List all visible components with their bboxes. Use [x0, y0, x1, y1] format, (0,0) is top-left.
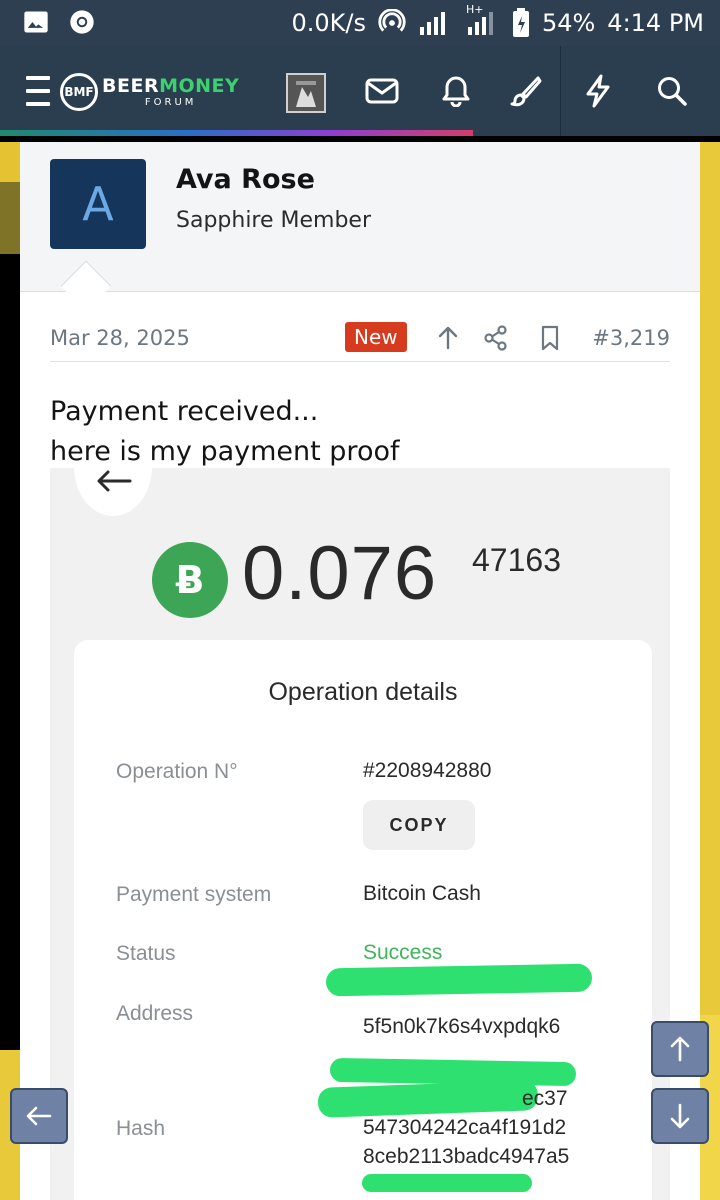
arrow-up-icon [670, 1036, 690, 1062]
share-icon[interactable] [482, 324, 510, 352]
edge-decoration [0, 182, 20, 254]
arrow-left-icon [26, 1106, 52, 1126]
signal-icon [419, 12, 445, 35]
arrow-up-icon[interactable] [434, 324, 462, 352]
network-speed: 0.0K/s [291, 9, 366, 37]
bolt-icon [586, 74, 610, 108]
post-user-block: A Ava Rose Sapphire Member [20, 142, 700, 312]
operation-details-card: Operation details Operation N° #22089428… [74, 640, 652, 1200]
hash-label: Hash [116, 1117, 166, 1140]
arrow-down-icon [670, 1103, 690, 1129]
style-button[interactable] [494, 46, 558, 136]
status-bar: 0.0K/s H+ 54% 4:14 PM [0, 0, 720, 46]
hash-value-line: ec37 [522, 1087, 568, 1110]
scroll-top-button[interactable] [651, 1021, 709, 1077]
bookmark-icon[interactable] [536, 324, 564, 352]
hash-value-line: 547304242ca4f191d2 [363, 1116, 567, 1139]
message-line: Payment received... [50, 396, 319, 427]
logo-sub: FORUM [144, 96, 197, 108]
arrow-left-icon [97, 470, 132, 492]
operation-value: #2208942880 [363, 759, 492, 782]
alerts-button[interactable] [424, 46, 488, 136]
clock: 4:14 PM [607, 9, 704, 37]
nav-divider [560, 46, 561, 136]
edge-decoration [700, 142, 720, 1022]
payment-proof-image[interactable]: Ƀ 0.076 47163 Operation details Operatio… [50, 468, 670, 1200]
message-line: here is my payment proof [50, 436, 400, 467]
hash-value-line: 8ceb2113badc4947a5 [363, 1145, 570, 1168]
search-button[interactable] [638, 46, 706, 136]
search-icon [658, 77, 687, 106]
page-load-progress [0, 130, 473, 136]
status-value: Success [363, 941, 443, 964]
avatar-image-icon [288, 75, 324, 111]
bitcoin-cash-icon: Ƀ [152, 542, 228, 618]
user-block-pointer [60, 260, 112, 312]
logo-word-beer: BEER [102, 74, 160, 97]
details-title: Operation details [268, 678, 458, 706]
post-meta-row: Mar 28, 2025 New #3,219 [50, 322, 670, 362]
user-avatar-button[interactable] [286, 73, 326, 113]
bell-icon [442, 76, 470, 107]
payment-system-value: Bitcoin Cash [363, 882, 481, 905]
image-icon [24, 11, 48, 33]
post-user-title: Sapphire Member [176, 208, 372, 233]
redaction-mark [329, 1057, 577, 1087]
brush-icon [510, 76, 542, 107]
inbox-button[interactable] [350, 46, 414, 136]
amount-value: 0.076 [242, 531, 438, 616]
logo-mark: BMF [60, 73, 98, 111]
copy-button: COPY [363, 800, 475, 850]
address-label: Address [116, 1002, 194, 1025]
mail-icon [365, 78, 399, 104]
address-value: 5f5n0k7k6s4vxpdqk6 [363, 1015, 561, 1038]
payment-system-label: Payment system [116, 883, 272, 906]
post-username[interactable]: Ava Rose [176, 164, 315, 195]
forum-navbar: BMF BEERMONEY FORUM [0, 46, 720, 136]
prev-page-button[interactable] [10, 1088, 68, 1144]
menu-button[interactable] [20, 46, 58, 136]
site-logo[interactable]: BMF BEERMONEY FORUM [60, 72, 239, 112]
post-date[interactable]: Mar 28, 2025 [50, 326, 190, 350]
operation-label: Operation N° [116, 760, 238, 783]
new-badge: New [345, 322, 407, 352]
signal-icon [467, 12, 493, 35]
chrome-icon [70, 10, 94, 34]
edge-decoration [0, 142, 20, 182]
logo-word-money: MONEY [159, 74, 240, 97]
whats-new-button[interactable] [566, 46, 630, 136]
hotspot-icon [378, 9, 406, 32]
scroll-bottom-button[interactable] [651, 1088, 709, 1144]
battery-level: 54% [541, 9, 596, 37]
menu-icon [26, 76, 50, 106]
redaction-mark [325, 963, 593, 997]
post-number[interactable]: #3,219 [592, 326, 670, 350]
battery-icon [512, 8, 529, 37]
post-avatar[interactable]: A [50, 159, 146, 249]
redaction-mark [362, 1174, 532, 1192]
post-container: A Ava Rose Sapphire Member Mar 28, 2025 … [20, 142, 700, 1200]
status-label: Status [116, 942, 176, 965]
post-message: Payment received... here is my payment p… [50, 392, 399, 472]
amount-decimals: 47163 [472, 542, 561, 578]
